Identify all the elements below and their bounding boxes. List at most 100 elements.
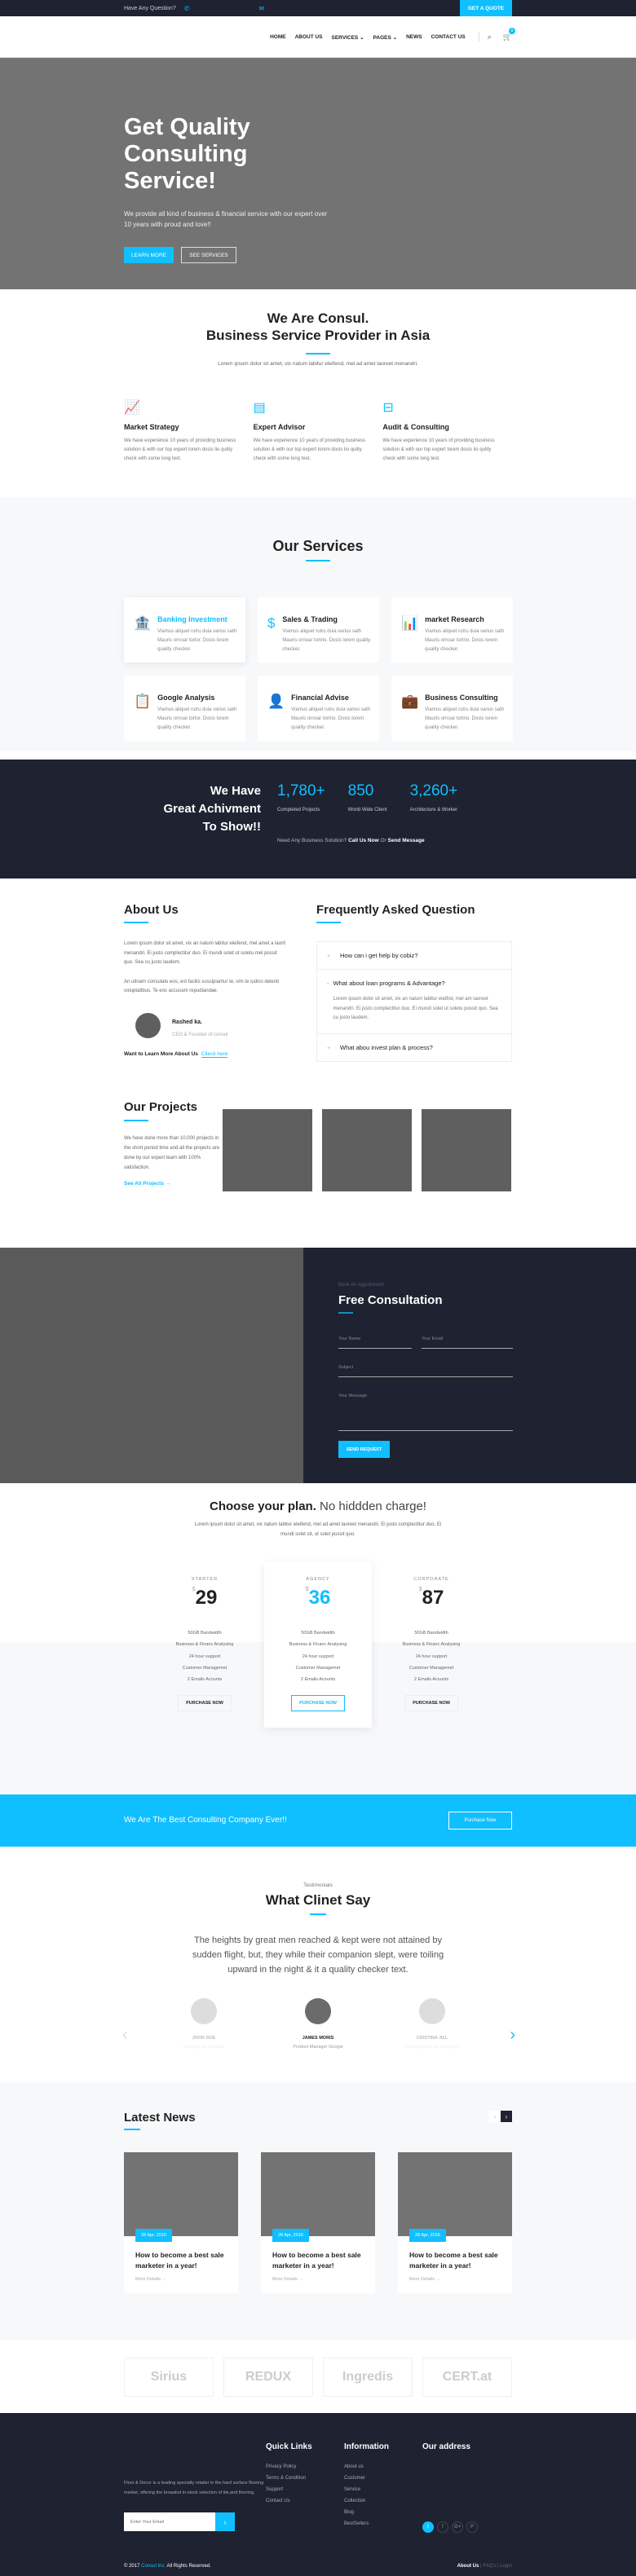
avatar [419,1998,445,2024]
testimonial-person[interactable]: JHON DOE Designer at Dribbble [175,1998,232,2050]
google-plus-icon[interactable]: G+ [452,2521,463,2533]
project-image[interactable] [322,1109,412,1191]
intro-title: We Are Consul. Business Service Provider … [124,289,512,344]
feature-text: We have experience 10 years of providing… [253,438,365,461]
more-details-link[interactable]: More Details → [398,2271,512,2288]
stat-item: 850 World Wide Client [348,782,387,815]
person-role: Designer at Dribbble [183,2045,225,2050]
submit-arrow-icon[interactable]: › [215,2512,235,2531]
testimonials-subtitle: Testimonials [303,1882,333,1888]
more-details-link[interactable]: More Details → [124,2271,238,2288]
faq-item[interactable]: + How can i get help by cobiz? [317,942,511,970]
nav-contact[interactable]: CONTACT US [431,34,466,41]
plus-icon: + [327,952,331,959]
service-card[interactable]: 📋 Google Analysis Viamus aliquet rutru dui… [124,676,245,741]
testimonial-quote: The heights by great men reached & kept … [192,1935,444,1975]
footer-link[interactable]: Privacy Policy [266,2461,344,2473]
get-a-quote-button[interactable]: GET A QUOTE [460,0,512,16]
service-card[interactable]: 🏦 Banking Investment Viamus aliquet rutru … [124,597,245,663]
search-icon[interactable]: ⌕ [488,33,492,42]
about-title: About Us [124,903,179,917]
footer-link[interactable]: Collection [344,2495,422,2507]
message-field[interactable]: Your Message [338,1394,513,1431]
nav-home[interactable]: HOME [270,34,286,41]
testimonial-person[interactable]: CRISTINA JILL Photographer at Instagram [404,1998,461,2050]
consult-subtitle: Book An Appoinment [338,1283,384,1288]
testimonial-person[interactable]: JAMES MORIS Product Manager Google [289,1998,347,2050]
chevron-left-icon[interactable]: ‹ [122,2026,128,2045]
see-all-projects-link[interactable]: See All Projects → [124,1181,223,1187]
news-card[interactable]: 28 Apr, 2016 How to become a best sale ma… [398,2152,512,2293]
plan-feature: 2 Emails Acounts [413,1677,449,1683]
stat-item: 1,780+ Completed Projects [277,782,325,815]
pricing-lead: Lorem ipsum dolor sit amet, vix natum la… [194,1522,442,1537]
footer-login-link[interactable]: Login [500,2564,512,2569]
nav-news[interactable]: NEWS [406,34,422,41]
footer-link[interactable]: Terms & Condition [266,2473,344,2484]
service-card[interactable]: $ Sales & Trading Viamus aliquet rutru dui… [258,597,379,663]
services-section: Our Services 🏦 Banking Investment Viamus a… [0,497,636,751]
call-us-link[interactable]: Call Us Now [348,838,379,843]
news-card[interactable]: 28 Apr, 2016 How to become a best sale ma… [261,2152,375,2293]
nav-about[interactable]: ABOUT US [295,34,323,41]
faq-item[interactable]: - What about loan programs & Advantage? Lo… [317,970,511,1034]
prev-arrow-icon[interactable]: ‹ [489,2111,501,2122]
footer-link[interactable]: Customer [344,2473,422,2484]
send-message-link[interactable]: Send Message [388,838,425,843]
footer-about-link[interactable]: About Us [457,2564,479,2569]
pricing-plan: CORPORATE $87 50GB Bandwidth Business & Fin… [378,1562,485,1728]
testimonials-title: What Clinet Say [265,1892,371,1908]
more-details-link[interactable]: More Details → [261,2271,375,2288]
main-nav: HOME ABOUT US SERVICES ⌄ PAGES ⌄ NEWS CO… [270,34,466,41]
footer-link[interactable]: Service [344,2484,422,2495]
click-here-link[interactable]: Clieck here [201,1050,228,1058]
feature-item: ▤ Expert Advisor We have experience 10 yea… [254,399,383,464]
footer-faq-link[interactable]: FAQ's [483,2564,496,2569]
intro-lead: Lorem ipsum dolor sit amet, vix natum la… [218,361,418,367]
faq-question: How can i get help by cobiz? [340,952,418,959]
purchase-now-button[interactable]: Purchase Now [448,1811,512,1830]
service-card[interactable]: 💼 Business Consulting Viamus aliquet rutru… [391,676,513,741]
facebook-icon[interactable]: f [437,2521,448,2533]
newsletter-email-input[interactable] [124,2512,215,2531]
name-field[interactable]: Your Name [338,1336,412,1349]
footer-link[interactable]: About us [344,2461,422,2473]
footer-link[interactable]: Contact Us [266,2495,344,2507]
footer-link[interactable]: BestSellers [344,2518,422,2530]
footer-link[interactable]: Blog [344,2507,422,2518]
nav-pages[interactable]: PAGES ⌄ [373,34,398,41]
project-image[interactable] [422,1109,511,1191]
nav-services[interactable]: SERVICES ⌄ [332,34,364,41]
consultation-image [0,1248,303,1483]
document-icon: ▤ [253,401,266,415]
next-arrow-icon[interactable]: › [501,2111,512,2122]
mail-icon: ✉ [258,4,265,12]
email-field[interactable]: Your Email [422,1336,513,1349]
footer-link[interactable]: Support [266,2484,344,2495]
stat-value: 1,780+ [277,782,325,799]
brand-link[interactable]: Consul Inc. [141,2564,166,2569]
subject-field[interactable]: Subject [338,1365,513,1377]
service-card[interactable]: 📊 market Research Viamus aliquet rutru dui… [391,597,513,663]
send-request-button[interactable]: SEND REQUEST [338,1441,390,1458]
about-text: An utinam consulatu eos, est facilis sus… [124,979,280,994]
services-title: Our Services [272,538,364,554]
pinterest-icon[interactable]: P [466,2521,478,2533]
twitter-icon[interactable]: t [422,2521,434,2533]
purchase-now-button[interactable]: PURCHASE NOW [404,1695,458,1712]
client-logo: REDUX [223,2357,313,2397]
plan-feature: 50GB Bandwidth [414,1631,448,1636]
purchase-now-button[interactable]: PURCHASE NOW [291,1695,345,1712]
service-card[interactable]: 👤 Financial Advise Viamus aliquet rutru du… [258,676,379,741]
purchase-now-button[interactable]: PURCHASE NOW [178,1695,232,1712]
faq-item[interactable]: + What abou invest plan & process? [317,1034,511,1061]
see-services-button[interactable]: SEE SERVICES [181,247,236,263]
pricing-title-rest: No hiddden charge! [320,1499,426,1513]
news-card[interactable]: 28 Apr, 2016 How to become a best sale ma… [124,2152,238,2293]
stats-title-line: Great Achivment [163,802,261,816]
project-image[interactable] [223,1109,312,1191]
chevron-right-icon[interactable]: › [510,2026,515,2045]
faq-question: What abou invest plan & process? [340,1043,433,1051]
news-date: 28 Apr, 2016 [135,2229,172,2242]
learn-more-button[interactable]: LEARN MORE [124,247,174,263]
